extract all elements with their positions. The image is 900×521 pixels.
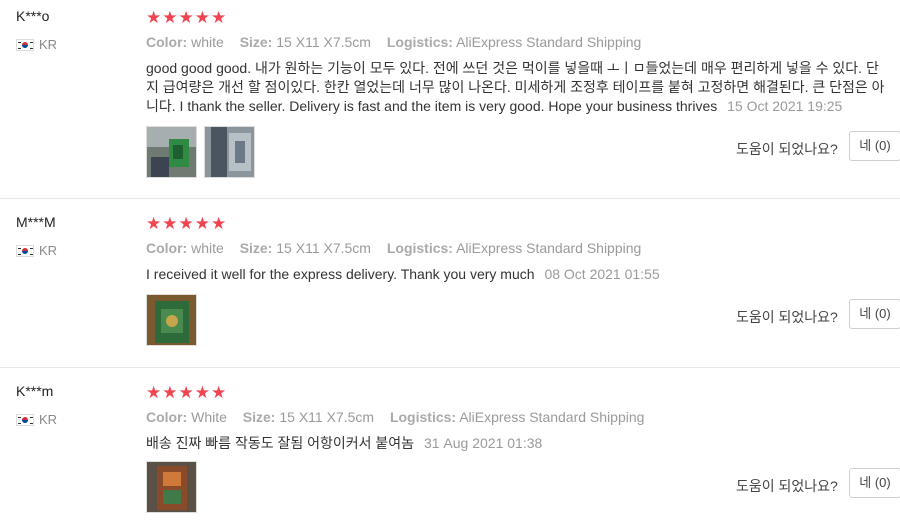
star-rating: ★★★★★: [146, 8, 228, 27]
review-body: I received it well for the express deliv…: [146, 266, 535, 282]
size-label: Size:: [239, 34, 273, 50]
color-label: Color:: [146, 240, 188, 256]
helpful-yes-button[interactable]: 네 (0): [849, 299, 900, 329]
helpful-question: 도움이 되었나요?: [736, 309, 838, 325]
review-text: good good good. 내가 원하는 기능이 모두 있다. 전에 쓰던 …: [146, 59, 891, 116]
size-value: 15 X11 X7.5cm: [276, 240, 371, 256]
reviewer-name: K***m: [16, 383, 54, 399]
logistics-value: AliExpress Standard Shipping: [456, 34, 642, 50]
korea-flag-icon: [16, 413, 34, 426]
review-photo-1[interactable]: [146, 126, 197, 178]
review-1: K***o KR ★★★★★ Color: white Size: 15 X11…: [0, 0, 900, 198]
reviewer-country: KR: [16, 412, 57, 427]
color-label: Color:: [146, 34, 188, 50]
color-value: White: [191, 409, 227, 425]
review-date: 31 Aug 2021 01:38: [423, 435, 543, 451]
color-value: white: [191, 34, 224, 50]
review-photo-2[interactable]: [204, 126, 255, 178]
size-label: Size:: [242, 409, 276, 425]
review-photo-1[interactable]: [146, 294, 197, 346]
reviewer-country: KR: [16, 243, 57, 258]
review-date: 15 Oct 2021 19:25: [727, 98, 843, 114]
size-label: Size:: [239, 240, 273, 256]
logistics-value: AliExpress Standard Shipping: [456, 240, 642, 256]
review-text: 배송 진짜 빠름 작동도 잘됨 어항이커서 붙여놈 31 Aug 2021 01…: [146, 434, 891, 453]
reviewer-name: K***o: [16, 8, 50, 24]
helpful-question: 도움이 되었나요?: [736, 478, 838, 494]
review-3: K***m KR ★★★★★ Color: White Size: 15 X11…: [0, 368, 900, 521]
helpful-yes-button[interactable]: 네 (0): [849, 468, 900, 498]
country-code: KR: [39, 243, 58, 258]
korea-flag-icon: [16, 38, 34, 51]
review-attributes: Color: white Size: 15 X11 X7.5cm Logisti…: [146, 34, 641, 50]
reviewer-country: KR: [16, 37, 57, 52]
color-label: Color:: [146, 409, 188, 425]
reviewer-name: M***M: [16, 214, 56, 230]
logistics-label: Logistics:: [386, 34, 453, 50]
review-photo-1[interactable]: [146, 461, 197, 513]
review-date: 08 Oct 2021 01:55: [544, 266, 660, 282]
review-attributes: Color: white Size: 15 X11 X7.5cm Logisti…: [146, 240, 641, 256]
logistics-label: Logistics:: [386, 240, 453, 256]
country-code: KR: [39, 412, 58, 427]
helpful-question: 도움이 되었나요?: [736, 141, 838, 157]
size-value: 15 X11 X7.5cm: [279, 409, 375, 425]
star-rating: ★★★★★: [146, 383, 228, 402]
review-2: M***M KR ★★★★★ Color: white Size: 15 X11…: [0, 199, 900, 367]
logistics-label: Logistics:: [389, 409, 457, 425]
review-body: 배송 진짜 빠름 작동도 잘됨 어항이커서 붙여놈: [146, 435, 415, 451]
korea-flag-icon: [16, 244, 34, 257]
size-value: 15 X11 X7.5cm: [276, 34, 371, 50]
star-rating: ★★★★★: [146, 214, 228, 233]
helpful-yes-button[interactable]: 네 (0): [849, 131, 900, 161]
review-text: I received it well for the express deliv…: [146, 265, 891, 284]
country-code: KR: [39, 37, 58, 52]
color-value: white: [191, 240, 224, 256]
logistics-value: AliExpress Standard Shipping: [459, 409, 645, 425]
review-attributes: Color: White Size: 15 X11 X7.5cm Logisti…: [146, 409, 644, 425]
